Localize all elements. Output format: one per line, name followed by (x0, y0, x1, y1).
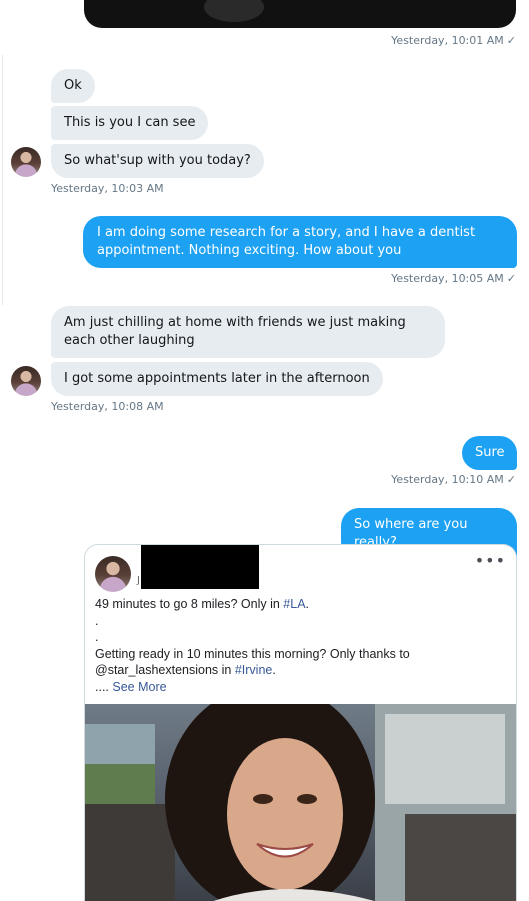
outgoing-message[interactable]: Sure (462, 436, 517, 470)
read-check-icon: ✓ (506, 473, 516, 486)
hashtag-link[interactable]: #Irvine (235, 663, 273, 677)
conversation-divider (2, 55, 3, 305)
message-timestamp: Yesterday, 10:05 AM ✓ (391, 272, 516, 285)
hashtag-link[interactable]: #LA (283, 597, 305, 611)
incoming-message[interactable]: This is you I can see (51, 106, 209, 140)
shared-media-image[interactable] (84, 0, 516, 28)
more-options-icon[interactable]: ••• (475, 551, 506, 570)
shared-post-screenshot[interactable]: J ••• 49 minutes to go 8 miles? Only in … (84, 544, 517, 901)
message-timestamp: Yesterday, 10:03 AM (51, 182, 164, 195)
message-timestamp: Yesterday, 10:01 AM ✓ (391, 34, 516, 47)
outgoing-message[interactable]: I am doing some research for a story, an… (83, 216, 517, 268)
post-author-name-partial: J (137, 575, 140, 586)
sender-avatar[interactable] (11, 147, 41, 177)
incoming-message[interactable]: I got some appointments later in the aft… (51, 362, 383, 396)
selfie-photo-illustration (85, 704, 516, 901)
incoming-message[interactable]: Ok (51, 69, 95, 103)
read-check-icon: ✓ (506, 34, 516, 47)
message-timestamp: Yesterday, 10:10 AM ✓ (391, 473, 516, 486)
read-check-icon: ✓ (506, 272, 516, 285)
redaction-block (141, 545, 259, 589)
incoming-message[interactable]: So what'sup with you today? (51, 144, 264, 178)
incoming-message[interactable]: Am just chilling at home with friends we… (51, 306, 445, 358)
post-body: 49 minutes to go 8 miles? Only in #LA. .… (95, 597, 410, 694)
sender-avatar[interactable] (11, 366, 41, 396)
see-more-link[interactable]: See More (112, 680, 166, 694)
post-author-avatar (95, 556, 131, 592)
message-timestamp: Yesterday, 10:08 AM (51, 400, 164, 413)
post-photo[interactable] (85, 704, 516, 901)
